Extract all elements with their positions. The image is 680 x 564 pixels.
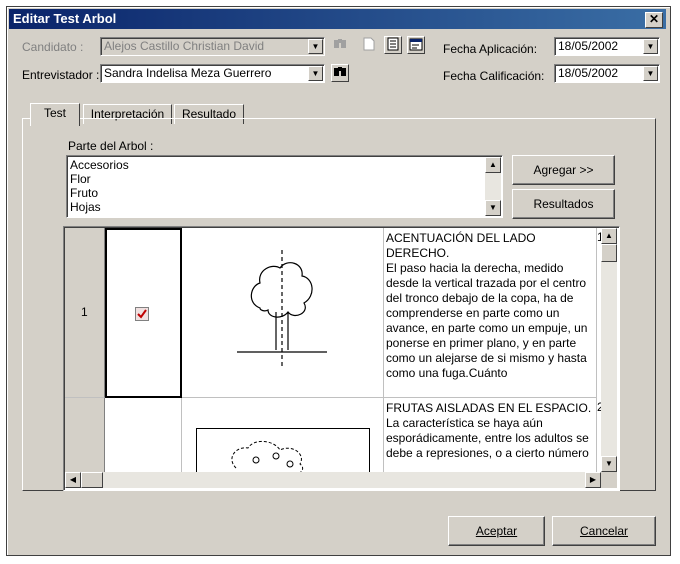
entrevistador-value: Sandra Indelisa Meza Guerrero	[104, 66, 272, 80]
scroll-corner	[601, 472, 617, 488]
fecha-aplicacion-label: Fecha Aplicación:	[443, 42, 538, 56]
entrevistador-label: Entrevistador :	[22, 68, 100, 82]
list-item[interactable]: Accesorios	[70, 158, 129, 172]
chevron-down-icon[interactable]: ▼	[308, 66, 323, 81]
grid-horizontal-scrollbar[interactable]: ◀ ▶	[65, 472, 601, 488]
fecha-calificacion-value: 18/05/2002	[558, 66, 619, 80]
description-text: FRUTAS AISLADAS EN EL ESPACIO. La caract…	[386, 401, 592, 460]
grid-vertical-scrollbar[interactable]: ▲ ▼	[601, 228, 617, 472]
tab-test[interactable]: Test	[30, 103, 80, 126]
table-row-header: 1	[65, 228, 105, 398]
agregar-button[interactable]: Agregar >>	[512, 155, 615, 185]
entrevistador-combo[interactable]: Sandra Indelisa Meza Guerrero ▼	[100, 64, 325, 83]
scroll-left-icon[interactable]: ◀	[65, 472, 81, 488]
candidato-value: Alejos Castillo Christian David	[104, 39, 265, 53]
scroll-thumb[interactable]	[81, 472, 103, 488]
parte-label: Parte del Arbol :	[68, 139, 154, 153]
candidato-combo[interactable]: Alejos Castillo Christian David ▼	[100, 37, 325, 56]
candidato-label: Candidato :	[22, 40, 84, 54]
list-item[interactable]: Fruto	[70, 186, 98, 200]
list-item[interactable]: Hojas	[70, 200, 101, 214]
test-grid[interactable]: 1 ACENTUACIÓN DEL LADO DERECHO. El paso …	[63, 226, 620, 491]
scroll-down-icon[interactable]: ▼	[485, 200, 501, 216]
checkbox-checked-icon[interactable]	[135, 307, 149, 321]
chevron-down-icon[interactable]: ▼	[643, 39, 658, 54]
cancelar-label: Cancelar	[579, 524, 629, 538]
tree-drawing-image	[237, 250, 327, 366]
fecha-calificacion-label: Fecha Calificación:	[443, 69, 545, 83]
scroll-up-icon[interactable]: ▲	[485, 157, 501, 173]
scroll-down-icon[interactable]: ▼	[601, 456, 617, 472]
cancelar-button[interactable]: Cancelar	[552, 516, 656, 546]
fecha-aplicacion-picker[interactable]: 18/05/2002 ▼	[554, 37, 660, 56]
close-icon: ✕	[648, 12, 660, 26]
check-cell[interactable]	[105, 228, 182, 398]
scroll-thumb[interactable]	[601, 244, 617, 262]
report-icon[interactable]	[384, 36, 402, 54]
binoculars-icon[interactable]	[331, 37, 349, 55]
chevron-down-icon[interactable]: ▼	[308, 39, 323, 54]
chevron-down-icon[interactable]: ▼	[643, 66, 658, 81]
new-document-icon[interactable]	[360, 37, 378, 55]
fecha-calificacion-picker[interactable]: 18/05/2002 ▼	[554, 64, 660, 83]
list-item[interactable]: Flor	[70, 172, 91, 186]
scroll-right-icon[interactable]: ▶	[585, 472, 601, 488]
parte-listbox[interactable]: Accesorios Flor Fruto Hojas ▲ ▼	[66, 155, 503, 218]
list-scrollbar[interactable]: ▲ ▼	[485, 157, 501, 216]
close-button[interactable]: ✕	[645, 12, 663, 28]
aceptar-label: Aceptar	[475, 524, 518, 538]
row-number: 1	[81, 305, 88, 319]
binoculars-icon[interactable]	[331, 64, 349, 82]
description-text: ACENTUACIÓN DEL LADO DERECHO. El paso ha…	[386, 231, 588, 380]
edit-form-icon[interactable]	[407, 36, 425, 54]
description-cell: ACENTUACIÓN DEL LADO DERECHO. El paso ha…	[384, 228, 597, 398]
scroll-up-icon[interactable]: ▲	[601, 228, 617, 244]
window-title: Editar Test Arbol	[13, 11, 117, 26]
resultados-button[interactable]: Resultados	[512, 189, 615, 219]
aceptar-button[interactable]: Aceptar	[448, 516, 545, 546]
tab-test-label: Test	[43, 106, 66, 120]
fecha-aplicacion-value: 18/05/2002	[558, 39, 619, 53]
tree-drawing-cell	[182, 228, 384, 398]
title-bar: Editar Test Arbol ✕	[9, 9, 666, 29]
